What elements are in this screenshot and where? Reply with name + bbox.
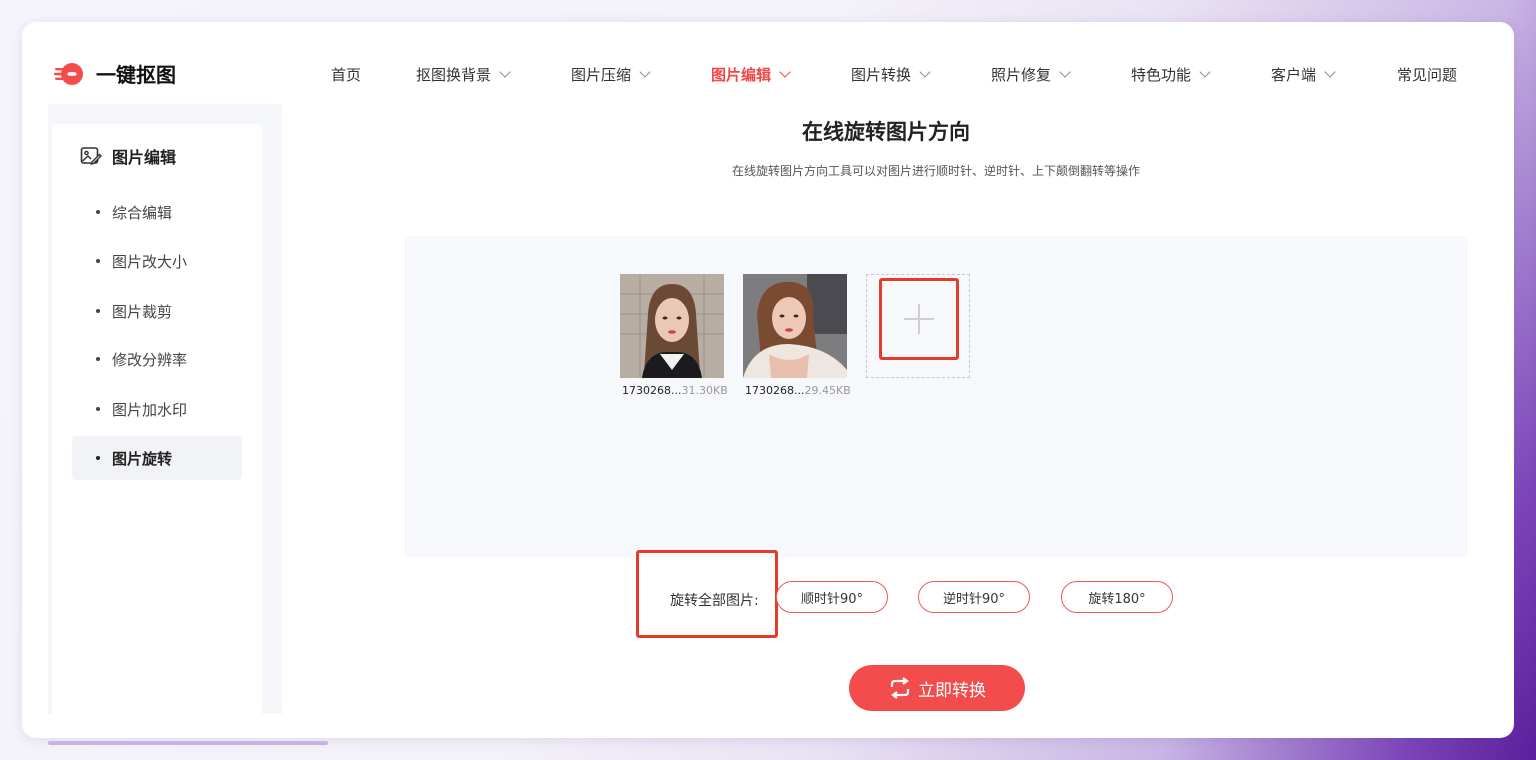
bullet	[96, 357, 100, 361]
image-thumbnail[interactable]	[620, 274, 724, 378]
chevron-down-icon	[639, 66, 651, 78]
logo-icon	[54, 61, 86, 87]
add-image-button[interactable]	[866, 274, 970, 378]
logo[interactable]: 一键抠图	[54, 59, 176, 88]
file-name: 1730268...	[745, 384, 805, 397]
rotate-all-label: 旋转全部图片:	[670, 593, 759, 609]
main-panel: 在线旋转图片方向 在线旋转图片方向工具可以对图片进行顺时针、逆时针、上下颠倒翻转…	[282, 104, 1490, 714]
nav-item-repair[interactable]: 照片修复	[991, 64, 1071, 85]
image-thumbnail[interactable]	[743, 274, 847, 378]
nav-item-client[interactable]: 客户端	[1271, 64, 1336, 85]
nav-item-home[interactable]: 首页	[331, 64, 361, 85]
nav-label: 抠图换背景	[416, 66, 492, 84]
sidebar-title: 图片编辑	[80, 144, 176, 168]
nav-label: 客户端	[1271, 66, 1317, 84]
bullet	[96, 456, 100, 460]
chevron-down-icon	[1324, 66, 1336, 78]
nav-item-faq[interactable]: 常见问题	[1397, 64, 1457, 85]
upload-area[interactable]: 1730268...31.30KB 1730268...29.45KB	[404, 236, 1468, 557]
nav-label: 图片转换	[851, 66, 912, 84]
bullet	[96, 259, 100, 263]
file-caption: 1730268...29.45KB	[745, 384, 851, 397]
file-size: 31.30KB	[681, 384, 728, 397]
repeat-icon	[890, 677, 910, 699]
bullet	[96, 210, 100, 214]
sidebar-item-watermark[interactable]: 图片加水印	[72, 387, 242, 431]
nav-item-edit[interactable]: 图片编辑	[711, 64, 791, 85]
sidebar-item-resolution[interactable]: 修改分辨率	[72, 337, 242, 381]
sidebar-item-resize[interactable]: 图片改大小	[72, 239, 242, 283]
nav-label: 特色功能	[1131, 66, 1192, 84]
sidebar-item-crop[interactable]: 图片裁剪	[72, 289, 242, 333]
chevron-down-icon	[919, 66, 931, 78]
sidebar-item-label: 图片加水印	[112, 400, 188, 419]
nav-item-convert[interactable]: 图片转换	[851, 64, 931, 85]
sidebar-item-general-edit[interactable]: 综合编辑	[72, 190, 242, 234]
chevron-down-icon	[779, 66, 791, 78]
sidebar-title-text: 图片编辑	[112, 148, 177, 167]
plus-icon	[904, 304, 934, 334]
rotate-counterclockwise-button[interactable]: 逆时针90°	[918, 581, 1030, 613]
rotate-180-button[interactable]: 旋转180°	[1061, 581, 1173, 613]
convert-now-button[interactable]: 立即转换	[849, 665, 1025, 711]
image-edit-icon	[80, 147, 102, 165]
sidebar-item-rotate[interactable]: 图片旋转	[72, 436, 242, 480]
nav-item-features[interactable]: 特色功能	[1131, 64, 1211, 85]
sidebar-item-label: 修改分辨率	[112, 350, 188, 369]
sidebar: 图片编辑 综合编辑 图片改大小 图片裁剪 修改分辨率 图片加水印 图片旋转	[52, 124, 262, 714]
rotate-clockwise-button[interactable]: 顺时针90°	[776, 581, 888, 613]
photo-thumbnail-icon	[620, 274, 724, 378]
bullet	[96, 407, 100, 411]
file-caption: 1730268...31.30KB	[622, 384, 728, 397]
file-name: 1730268...	[622, 384, 682, 397]
scroll-indicator	[48, 741, 328, 745]
nav-label: 图片压缩	[571, 66, 632, 84]
chevron-down-icon	[1059, 66, 1071, 78]
photo-thumbnail-icon	[743, 274, 847, 378]
nav-item-compress[interactable]: 图片压缩	[571, 64, 651, 85]
file-size: 29.45KB	[804, 384, 851, 397]
app-window: 一键抠图 首页 抠图换背景 图片压缩 图片编辑 图片转换 照片修复 特色功能 客…	[22, 22, 1514, 738]
bullet	[96, 309, 100, 313]
sidebar-item-label: 图片裁剪	[112, 302, 173, 321]
nav-label: 照片修复	[991, 66, 1052, 84]
convert-now-label: 立即转换	[918, 680, 986, 701]
nav-label: 首页	[331, 66, 362, 84]
page-subtitle: 在线旋转图片方向工具可以对图片进行顺时针、逆时针、上下颠倒翻转等操作	[731, 164, 1140, 178]
nav-item-cutout[interactable]: 抠图换背景	[416, 64, 511, 85]
top-nav: 一键抠图 首页 抠图换背景 图片压缩 图片编辑 图片转换 照片修复 特色功能 客…	[48, 46, 1490, 104]
brand-name: 一键抠图	[96, 63, 176, 87]
sidebar-item-label: 图片旋转	[112, 449, 173, 468]
sidebar-item-label: 综合编辑	[112, 203, 173, 222]
chevron-down-icon	[499, 66, 511, 78]
page-content: 一键抠图 首页 抠图换背景 图片压缩 图片编辑 图片转换 照片修复 特色功能 客…	[48, 46, 1490, 714]
page-title: 在线旋转图片方向	[802, 120, 970, 144]
nav-label: 图片编辑	[711, 66, 772, 84]
highlight-frame	[879, 278, 959, 360]
nav-label: 常见问题	[1397, 66, 1458, 84]
chevron-down-icon	[1199, 66, 1211, 78]
sidebar-item-label: 图片改大小	[112, 252, 188, 271]
